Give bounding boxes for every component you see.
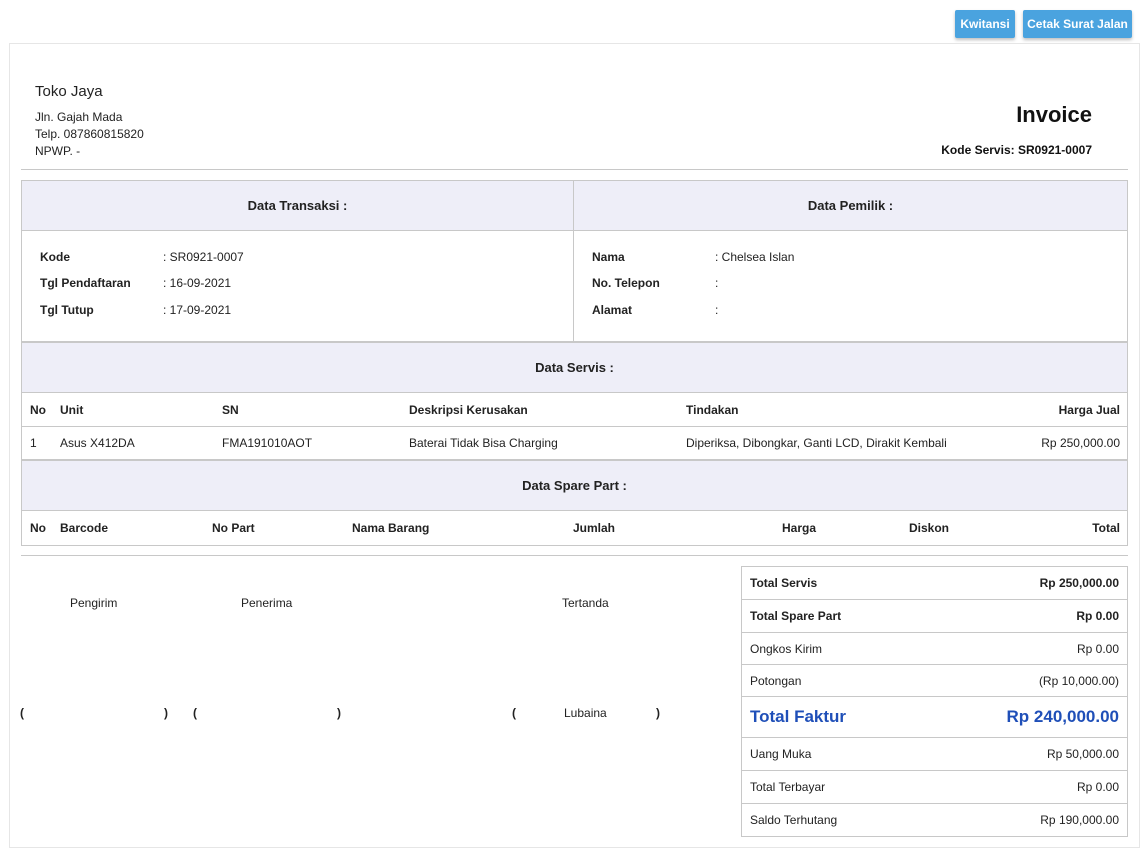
sparepart-col-header: Total xyxy=(1092,521,1120,535)
sparepart-header: Data Spare Part : xyxy=(22,461,1127,511)
tertanda-name: Lubaina xyxy=(564,706,607,720)
penerima-close-paren: ) xyxy=(337,706,341,720)
servis-cell: 1 xyxy=(30,436,37,450)
servis-cell: Baterai Tidak Bisa Charging xyxy=(409,436,558,450)
summary-value: Rp 0.00 xyxy=(1076,609,1119,623)
sparepart-col-header: No xyxy=(30,521,46,535)
pemilik-value: : xyxy=(715,276,719,290)
transaksi-value: : 16-09-2021 xyxy=(163,276,232,290)
sparepart-col-header: Diskon xyxy=(909,521,950,535)
summary-label: Total Servis xyxy=(750,576,818,590)
summary-label: Total Terbayar xyxy=(750,780,826,794)
pengirim-open-paren: ( xyxy=(20,706,24,720)
shop-phone: Telp. 087860815820 xyxy=(35,127,144,141)
transaksi-value: : SR0921-0007 xyxy=(163,250,244,264)
tertanda-label: Tertanda xyxy=(562,596,609,610)
pemilik-value: : Chelsea Islan xyxy=(715,250,795,264)
kwitansi-button[interactable]: Kwitansi xyxy=(955,10,1015,38)
summary-value: (Rp 10,000.00) xyxy=(1038,673,1119,688)
invoice-title: Invoice xyxy=(1016,102,1092,127)
servis-cell: Diperiksa, Dibongkar, Ganti LCD, Dirakit… xyxy=(686,436,947,450)
shop-npwp: NPWP. - xyxy=(35,144,81,158)
penerima-label: Penerima xyxy=(241,596,293,610)
shop-address: Jln. Gajah Mada xyxy=(35,110,123,124)
sparepart-col-header: Jumlah xyxy=(573,521,616,535)
summary-value: Rp 0.00 xyxy=(1076,641,1119,656)
servis-col-header: Harga Jual xyxy=(1058,403,1120,417)
sparepart-col-header: No Part xyxy=(212,521,255,535)
divider xyxy=(21,555,1128,556)
penerima-open-paren: ( xyxy=(193,706,197,720)
sparepart-col-header: Harga xyxy=(782,521,817,535)
summary-row-potongan: Potongan (Rp 10,000.00) xyxy=(742,665,1127,697)
tertanda-close-paren: ) xyxy=(656,706,660,720)
sparepart-col-header: Nama Barang xyxy=(352,521,430,535)
sparepart-col-header: Barcode xyxy=(60,521,109,535)
summary-row-total-spare-part: Total Spare Part Rp 0.00 xyxy=(742,600,1127,633)
summary-value: Rp 240,000.00 xyxy=(1006,707,1119,726)
summary-row-uang-muka: Uang Muka Rp 50,000.00 xyxy=(742,738,1127,771)
servis-col-header: No xyxy=(30,403,46,417)
pemilik-label: Nama xyxy=(592,250,625,264)
summary-row-ongkos-kirim: Ongkos Kirim Rp 0.00 xyxy=(742,633,1127,665)
summary-row-total-servis: Total Servis Rp 250,000.00 xyxy=(742,567,1127,600)
servis-col-header: Tindakan xyxy=(686,403,739,417)
transaksi-header: Data Transaksi : xyxy=(22,181,573,231)
summary-label: Potongan xyxy=(750,673,802,688)
servis-header-divider xyxy=(21,426,1128,427)
summary-row-saldo-terhutang: Saldo Terhutang Rp 190,000.00 xyxy=(742,804,1127,836)
pemilik-label: No. Telepon xyxy=(592,276,660,290)
shop-name: Toko Jaya xyxy=(35,83,103,100)
servis-col-header: Unit xyxy=(60,403,84,417)
pemilik-header: Data Pemilik : xyxy=(574,181,1127,231)
transaksi-label: Tgl Tutup xyxy=(40,303,94,317)
summary-label: Uang Muka xyxy=(750,747,812,761)
servis-col-header: Deskripsi Kerusakan xyxy=(409,403,528,417)
summary-label: Total Faktur xyxy=(750,707,847,726)
summary-label: Saldo Terhutang xyxy=(750,813,838,827)
servis-col-header: SN xyxy=(222,403,239,417)
summary-row-total-terbayar: Total Terbayar Rp 0.00 xyxy=(742,771,1127,804)
pemilik-label: Alamat xyxy=(592,303,633,317)
summary-label: Ongkos Kirim xyxy=(750,641,823,656)
divider xyxy=(21,169,1128,170)
transaksi-label: Tgl Pendaftaran xyxy=(40,276,131,290)
cetak-surat-jalan-button[interactable]: Cetak Surat Jalan xyxy=(1023,10,1132,38)
summary-table: Total Servis Rp 250,000.00 Total Spare P… xyxy=(741,566,1128,837)
summary-value: Rp 50,000.00 xyxy=(1046,747,1119,761)
summary-value: Rp 0.00 xyxy=(1076,780,1119,794)
kode-servis: Kode Servis: SR0921-0007 xyxy=(941,143,1092,157)
servis-header: Data Servis : xyxy=(22,343,1127,393)
summary-value: Rp 250,000.00 xyxy=(1039,576,1119,590)
transaksi-label: Kode xyxy=(40,250,70,264)
summary-label: Total Spare Part xyxy=(750,609,842,623)
summary-row-total-faktur: Total Faktur Rp 240,000.00 xyxy=(742,697,1127,738)
servis-cell: Rp 250,000.00 xyxy=(1041,436,1120,450)
pengirim-label: Pengirim xyxy=(70,596,118,610)
servis-cell: Asus X412DA xyxy=(60,436,135,450)
summary-value: Rp 190,000.00 xyxy=(1040,813,1119,827)
transaksi-value: : 17-09-2021 xyxy=(163,303,232,317)
tertanda-open-paren: ( xyxy=(512,706,516,720)
pemilik-value: : xyxy=(715,303,719,317)
servis-cell: FMA191010AOT xyxy=(222,436,313,450)
pengirim-close-paren: ) xyxy=(164,706,168,720)
